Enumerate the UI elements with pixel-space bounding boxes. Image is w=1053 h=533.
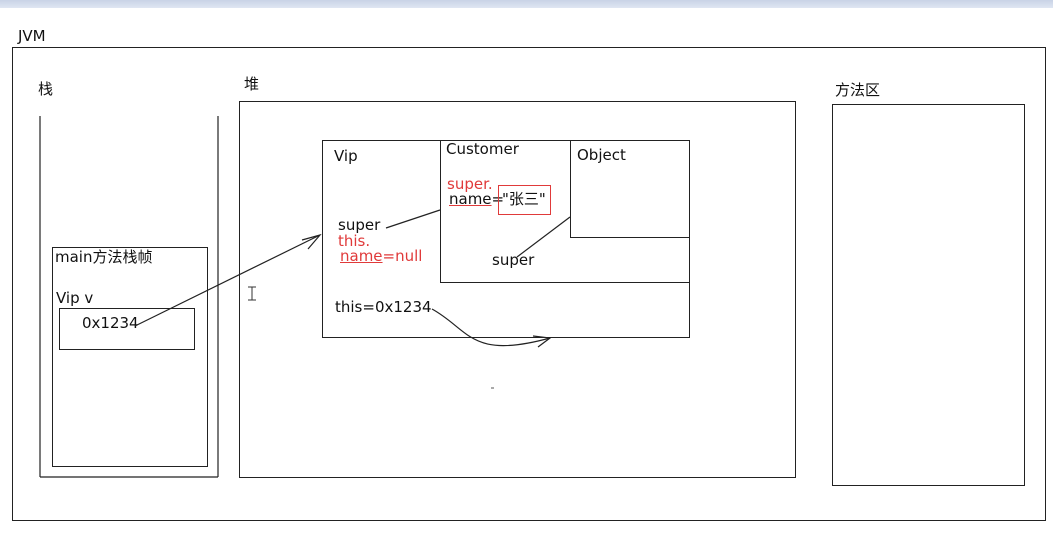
connector-lines	[39, 116, 571, 478]
text-cursor-icon	[248, 286, 256, 301]
this-ref-curve	[431, 308, 551, 347]
customer-super-link	[516, 216, 571, 258]
reference-arrow-line	[134, 234, 321, 327]
vip-super-link	[385, 209, 441, 229]
